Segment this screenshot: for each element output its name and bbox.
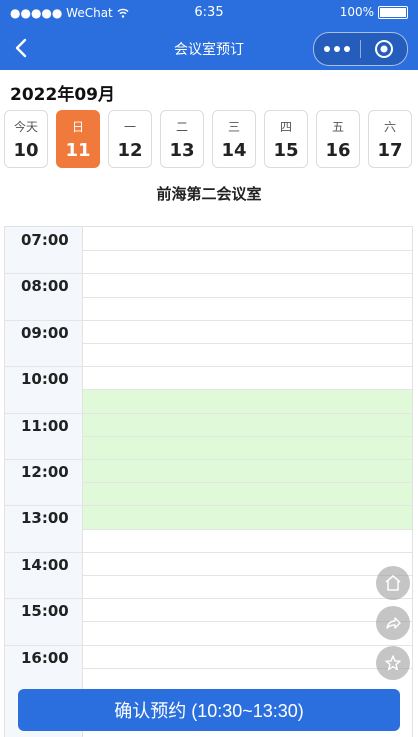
half-hour-line xyxy=(83,343,412,344)
day-item[interactable]: 今天 10 xyxy=(4,110,48,168)
day-weekday: 五 xyxy=(331,120,344,134)
hour-line xyxy=(5,412,412,414)
half-hour-line xyxy=(83,296,412,298)
share-button[interactable] xyxy=(376,606,410,640)
home-button[interactable] xyxy=(376,566,410,600)
schedule-grid[interactable]: 07:00 08:00 09:00 10:00 11:00 12:00 13:00 14:00… xyxy=(4,226,413,737)
hour-label: 10:00 xyxy=(21,370,69,389)
hour-label: 07:00 xyxy=(21,231,69,249)
hour-line xyxy=(5,551,412,553)
day-item[interactable]: 四 15 xyxy=(264,110,308,168)
half-hour-line xyxy=(83,621,412,623)
favorite-button[interactable] xyxy=(376,646,410,680)
day-selector: 今天 10 日 11 一 12 二 13 三 14 四 15 五 16 六 17 xyxy=(4,110,412,168)
hour-line xyxy=(5,273,412,275)
half-hour-line xyxy=(83,250,412,252)
half-hour-line xyxy=(83,482,412,484)
battery-label: 100% xyxy=(339,5,374,19)
hour-line xyxy=(5,644,412,646)
day-date: 14 xyxy=(221,140,247,161)
month-label: 2022年09月 xyxy=(10,85,115,105)
more-icon[interactable] xyxy=(314,46,360,52)
status-right: 100% xyxy=(340,5,408,19)
day-weekday: 一 xyxy=(123,120,136,134)
battery-icon xyxy=(378,5,408,19)
star-icon xyxy=(385,655,401,671)
day-date: 15 xyxy=(273,140,299,161)
day-item[interactable]: 五 16 xyxy=(316,110,360,168)
hour-line xyxy=(5,505,412,507)
confirm-booking-button[interactable]: 确认预约 (10:30~13:30) xyxy=(18,689,400,731)
day-item[interactable]: 日 11 xyxy=(56,110,100,168)
day-weekday: 二 xyxy=(175,120,188,134)
half-hour-line xyxy=(83,667,412,669)
day-date: 12 xyxy=(117,140,143,161)
hour-line xyxy=(5,366,412,368)
day-date: 13 xyxy=(169,140,195,161)
home-icon xyxy=(385,575,401,591)
day-item[interactable]: 二 13 xyxy=(160,110,204,168)
day-item[interactable]: 六 17 xyxy=(368,110,412,168)
day-item[interactable]: 三 14 xyxy=(212,110,256,168)
hour-line xyxy=(5,459,412,460)
day-date: 11 xyxy=(65,140,91,161)
room-name: 前海第二会议室 xyxy=(156,185,262,203)
hour-label: 11:00 xyxy=(21,416,69,435)
hour-label: 09:00 xyxy=(21,323,69,342)
status-bar: ●●●●● WeChat 6:35 100% xyxy=(0,0,418,26)
half-hour-line xyxy=(83,575,412,576)
hour-line xyxy=(5,319,412,321)
close-miniprogram-icon[interactable] xyxy=(361,38,407,60)
day-weekday: 今天 xyxy=(13,120,38,134)
hour-label: 08:00 xyxy=(21,277,69,296)
day-weekday: 六 xyxy=(383,120,396,134)
day-item[interactable]: 一 12 xyxy=(108,110,152,168)
half-hour-line xyxy=(83,435,412,437)
half-hour-line xyxy=(83,389,412,391)
day-date: 17 xyxy=(377,140,403,161)
menu-capsule xyxy=(313,32,408,66)
hour-label: 13:00 xyxy=(21,509,69,528)
nav-bar: 会议室预订 xyxy=(0,26,418,70)
hour-line xyxy=(5,598,412,600)
day-weekday: 三 xyxy=(227,120,240,134)
day-date: 10 xyxy=(13,140,39,161)
day-date: 16 xyxy=(325,140,351,161)
hour-label: 16:00 xyxy=(21,648,69,667)
day-weekday: 日 xyxy=(71,120,84,134)
hour-label: 14:00 xyxy=(21,555,69,574)
share-icon xyxy=(386,617,401,629)
hour-label: 15:00 xyxy=(21,602,69,621)
hour-label: 12:00 xyxy=(21,463,69,481)
half-hour-line xyxy=(83,528,412,530)
day-weekday: 四 xyxy=(279,120,292,134)
